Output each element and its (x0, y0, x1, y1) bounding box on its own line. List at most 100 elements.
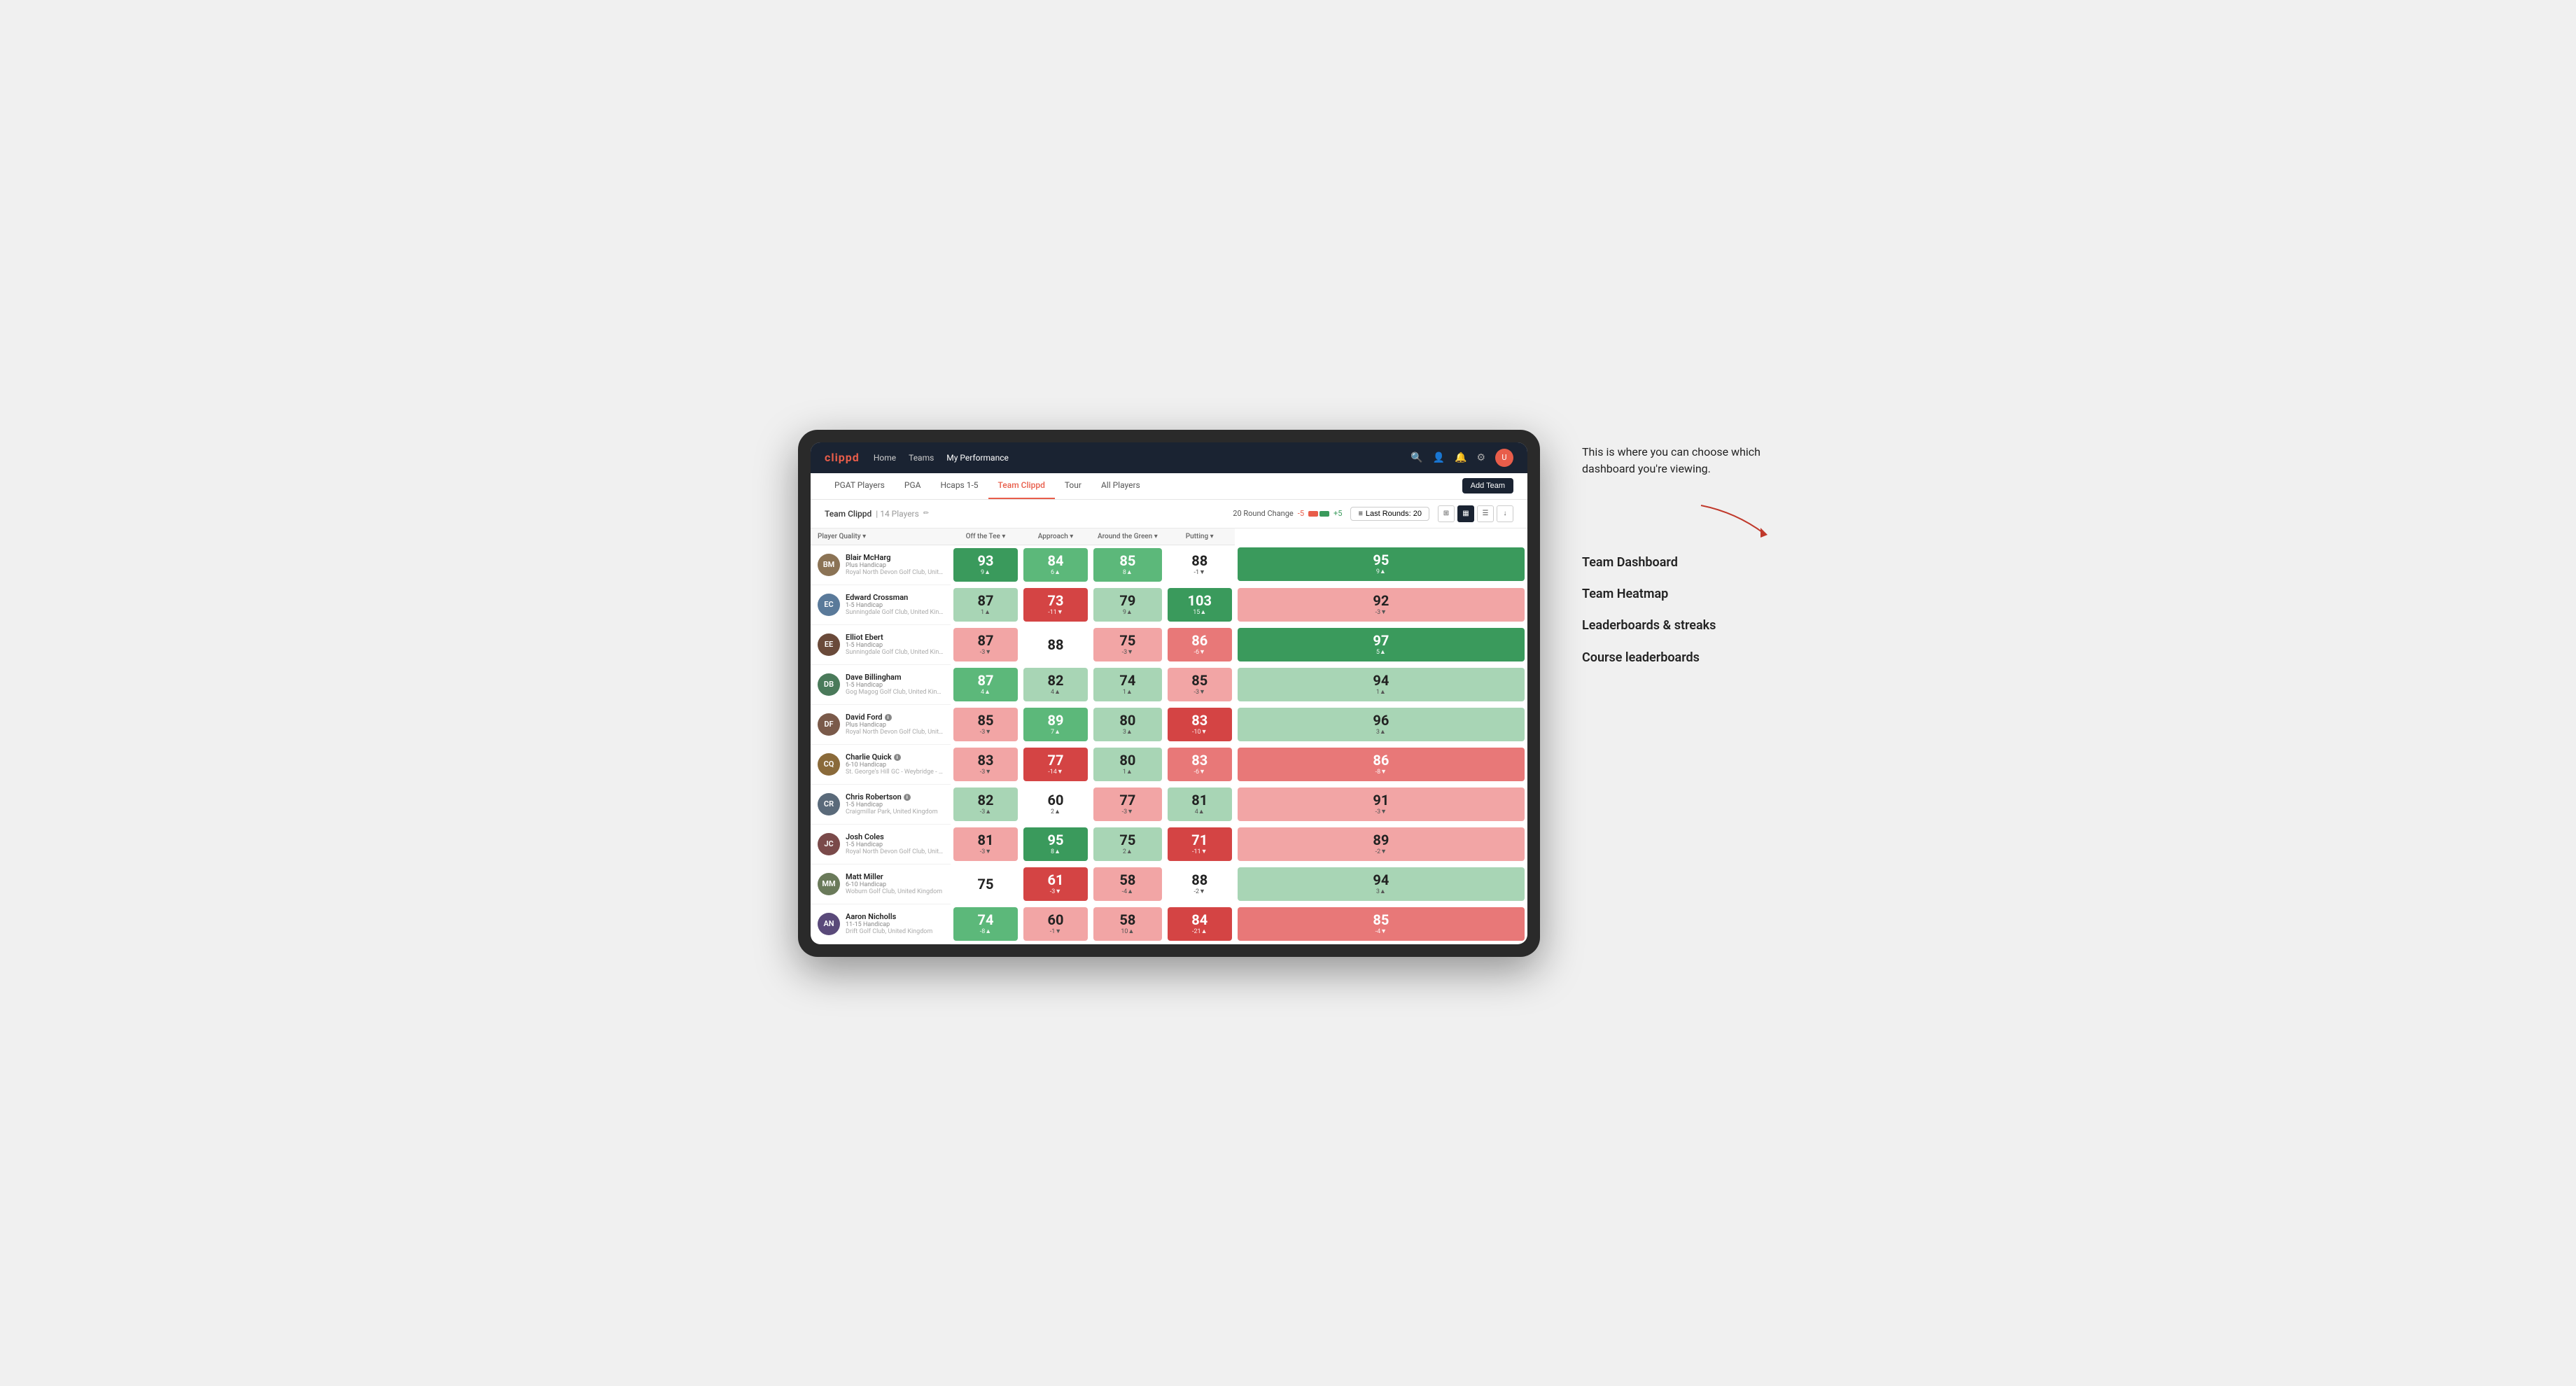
sub-nav-links: PGAT Players PGA Hcaps 1-5 Team Clippd T… (825, 473, 1150, 499)
player-cell[interactable]: CR Chris Robertson i 1-5 Handicap Craigm… (811, 784, 951, 824)
player-avatar: BM (818, 554, 840, 576)
player-cell[interactable]: BM Blair McHarg Plus Handicap Royal Nort… (811, 545, 951, 584)
score-box: 83 -3▼ (953, 748, 1018, 781)
score-cell: 73 -11▼ (1021, 584, 1091, 624)
player-details: Edward Crossman 1-5 Handicap Sunningdale… (846, 593, 944, 616)
sub-nav-all-players[interactable]: All Players (1091, 473, 1150, 499)
player-details: Matt Miller 6-10 Handicap Woburn Golf Cl… (846, 872, 942, 895)
score-value: 85 (1373, 913, 1389, 927)
player-avatar: MM (818, 873, 840, 895)
menu-option[interactable]: Leaderboards & streaks (1582, 617, 1778, 634)
player-avatar: CQ (818, 753, 840, 776)
search-icon[interactable]: 🔍 (1410, 452, 1422, 463)
sub-nav-pga[interactable]: PGA (895, 473, 931, 499)
menu-option[interactable]: Course leaderboards (1582, 650, 1778, 666)
score-cell: 81 4▲ (1165, 784, 1235, 824)
nav-link-teams[interactable]: Teams (909, 453, 934, 463)
round-indicator (1308, 511, 1329, 517)
player-cell[interactable]: MM Matt Miller 6-10 Handicap Woburn Golf… (811, 864, 951, 904)
score-change: 8▲ (1051, 848, 1060, 855)
col-header-off-tee[interactable]: Off the Tee ▾ (951, 528, 1021, 545)
player-cell[interactable]: AN Aaron Nicholls 11-15 Handicap Drift G… (811, 904, 951, 944)
score-cell: 88 -2▼ (1165, 864, 1235, 904)
col-header-approach[interactable]: Approach ▾ (1021, 528, 1091, 545)
col-header-putting[interactable]: Putting ▾ (1165, 528, 1235, 545)
view-list-button[interactable]: ☰ (1477, 505, 1494, 522)
player-club: Gog Magog Golf Club, United Kingdom (846, 689, 944, 696)
score-box: 84 -21▲ (1168, 907, 1232, 941)
view-download-button[interactable]: ↓ (1497, 505, 1513, 522)
score-cell: 84 -21▲ (1165, 904, 1235, 944)
player-name: Blair McHarg (846, 553, 944, 562)
score-value: 86 (1191, 634, 1208, 648)
player-details: David Ford i Plus Handicap Royal North D… (846, 713, 944, 736)
score-box: 84 6▲ (1023, 548, 1088, 582)
tablet-frame: clippd Home Teams My Performance 🔍 👤 🔔 ⚙… (798, 430, 1540, 957)
score-box: 73 -11▼ (1023, 588, 1088, 622)
score-cell: 60 2▲ (1021, 784, 1091, 824)
score-cell: 85 -3▼ (951, 704, 1021, 744)
score-cell: 83 -10▼ (1165, 704, 1235, 744)
player-club: Sunningdale Golf Club, United Kingdom (846, 649, 944, 656)
sub-nav-tour[interactable]: Tour (1055, 473, 1091, 499)
score-change: -3▼ (1376, 608, 1387, 616)
player-name: Matt Miller (846, 872, 942, 881)
menu-option[interactable]: Team Dashboard (1582, 554, 1778, 570)
score-change: -3▼ (980, 848, 991, 855)
player-name: Elliot Ebert (846, 633, 944, 642)
score-value: 60 (1048, 913, 1064, 927)
last-rounds-button[interactable]: ≡ Last Rounds: 20 (1350, 507, 1429, 521)
player-info: CQ Charlie Quick i 6-10 Handicap St. Geo… (818, 752, 944, 776)
bell-icon[interactable]: 🔔 (1455, 452, 1466, 463)
player-cell[interactable]: CQ Charlie Quick i 6-10 Handicap St. Geo… (811, 744, 951, 784)
nav-link-home[interactable]: Home (874, 453, 896, 463)
player-avatar: AN (818, 913, 840, 935)
player-cell[interactable]: EC Edward Crossman 1-5 Handicap Sunningd… (811, 584, 951, 624)
player-cell[interactable]: EE Elliot Ebert 1-5 Handicap Sunningdale… (811, 624, 951, 664)
add-team-button[interactable]: Add Team (1462, 478, 1513, 493)
score-cell: 87 1▲ (951, 584, 1021, 624)
score-value: 58 (1119, 913, 1135, 927)
player-avatar: EE (818, 634, 840, 656)
user-icon[interactable]: 👤 (1433, 452, 1445, 463)
nav-link-my-performance[interactable]: My Performance (946, 453, 1009, 463)
view-table-button[interactable]: ▦ (1457, 505, 1474, 522)
score-cell: 82 -3▲ (951, 784, 1021, 824)
score-change: 2▲ (1051, 808, 1060, 816)
player-avatar: JC (818, 833, 840, 855)
score-value: 87 (978, 634, 994, 648)
edit-icon[interactable]: ✏ (923, 510, 929, 517)
player-name: Chris Robertson i (846, 792, 938, 802)
sub-nav-pgat[interactable]: PGAT Players (825, 473, 895, 499)
score-change: -3▼ (1050, 888, 1061, 895)
score-value: 92 (1373, 594, 1389, 608)
sub-nav-hcaps[interactable]: Hcaps 1-5 (930, 473, 988, 499)
score-box: 93 9▲ (953, 548, 1018, 582)
settings-icon[interactable]: ⚙ (1476, 452, 1485, 463)
player-details: Dave Billingham 1-5 Handicap Gog Magog G… (846, 673, 944, 696)
player-cell[interactable]: DF David Ford i Plus Handicap Royal Nort… (811, 704, 951, 744)
view-grid-button[interactable]: ⊞ (1438, 505, 1455, 522)
score-box: 83 -6▼ (1168, 748, 1232, 781)
col-header-player[interactable]: Player Quality ▾ (811, 528, 951, 545)
avatar[interactable]: U (1495, 449, 1513, 467)
score-value: 85 (1119, 554, 1135, 568)
player-details: Elliot Ebert 1-5 Handicap Sunningdale Go… (846, 633, 944, 656)
score-box: 87 1▲ (953, 588, 1018, 622)
score-cell: 94 3▲ (1235, 864, 1527, 904)
score-change: 1▲ (981, 608, 990, 616)
player-info: EE Elliot Ebert 1-5 Handicap Sunningdale… (818, 633, 944, 656)
score-cell: 75 -3▼ (1091, 624, 1165, 664)
score-cell: 85 8▲ (1091, 545, 1165, 584)
sub-nav-team-clippd[interactable]: Team Clippd (988, 473, 1055, 499)
score-box: 82 4▲ (1023, 668, 1088, 701)
menu-option[interactable]: Team Heatmap (1582, 586, 1778, 602)
col-header-around-green[interactable]: Around the Green ▾ (1091, 528, 1165, 545)
player-cell[interactable]: DB Dave Billingham 1-5 Handicap Gog Mago… (811, 664, 951, 704)
score-cell: 58 -4▲ (1091, 864, 1165, 904)
player-name: David Ford i (846, 713, 944, 722)
player-cell[interactable]: JC Josh Coles 1-5 Handicap Royal North D… (811, 824, 951, 864)
score-cell: 88 -1▼ (1165, 545, 1235, 584)
player-name: Aaron Nicholls (846, 912, 932, 921)
player-club: Royal North Devon Golf Club, United King… (846, 729, 944, 736)
